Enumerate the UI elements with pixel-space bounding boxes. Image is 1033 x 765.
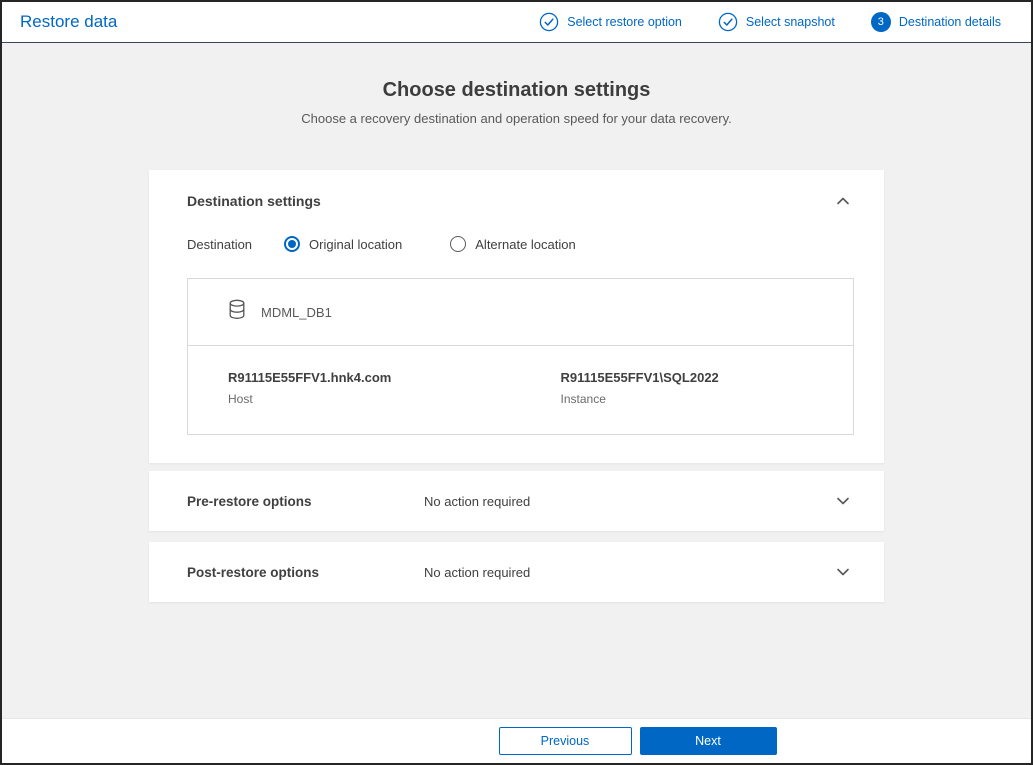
- step-select-snapshot[interactable]: Select snapshot: [718, 12, 835, 32]
- post-restore-options-accordion[interactable]: Post-restore options No action required: [149, 542, 884, 602]
- host-info: R91115E55FFV1.hnk4.com Host: [188, 370, 521, 406]
- check-circle-icon: [539, 12, 559, 32]
- accordion-title: Post-restore options: [187, 564, 320, 580]
- step-label: Destination details: [898, 15, 1001, 29]
- database-detail-row: R91115E55FFV1.hnk4.com Host R91115E55FFV…: [188, 346, 853, 434]
- card-title: Destination settings: [187, 193, 321, 209]
- chevron-down-icon[interactable]: [834, 563, 852, 581]
- step-number-badge: 3: [870, 12, 891, 32]
- radio-original-location[interactable]: Original location: [284, 236, 402, 252]
- footer-actions: Previous Next: [270, 727, 1005, 755]
- step-select-restore-option[interactable]: Select restore option: [539, 12, 682, 32]
- database-icon: [228, 299, 246, 325]
- radio-label: Original location: [309, 236, 403, 252]
- host-label: Host: [228, 392, 253, 406]
- database-name-row: MDML_DB1: [188, 279, 853, 346]
- wizard-header: Restore data Select restore option Selec…: [2, 2, 1031, 43]
- wizard-body: Choose destination settings Choose a rec…: [2, 43, 1031, 718]
- destination-settings-card: Destination settings Destination Origina…: [149, 170, 884, 463]
- destination-label: Destination: [187, 236, 253, 252]
- wizard-footer: Previous Next: [2, 718, 1031, 763]
- instance-label: Instance: [560, 392, 606, 406]
- destination-radio-row: Destination Original location Alternate …: [187, 236, 846, 252]
- host-value: R91115E55FFV1.hnk4.com: [228, 370, 392, 385]
- step-label: Select snapshot: [745, 15, 835, 29]
- chevron-up-icon[interactable]: [834, 192, 852, 210]
- database-details-box: MDML_DB1 R91115E55FFV1.hnk4.com Host R91…: [187, 278, 854, 435]
- pre-restore-options-accordion[interactable]: Pre-restore options No action required: [149, 471, 884, 531]
- radio-alternate-location[interactable]: Alternate location: [450, 236, 576, 252]
- wizard-stepper: Select restore option Select snapshot 3 …: [539, 12, 1031, 32]
- radio-label: Alternate location: [475, 236, 576, 252]
- main-heading: Choose destination settings: [382, 79, 651, 101]
- next-button[interactable]: Next: [639, 727, 777, 755]
- restore-data-wizard: Restore data Select restore option Selec…: [0, 0, 1033, 765]
- destination-settings-header[interactable]: Destination settings: [149, 170, 884, 210]
- accordion-status: No action required: [424, 564, 531, 580]
- database-name: MDML_DB1: [261, 304, 332, 320]
- step-label: Select restore option: [567, 15, 682, 29]
- accordion-title: Pre-restore options: [187, 493, 312, 509]
- previous-button[interactable]: Previous: [498, 727, 632, 755]
- chevron-down-icon[interactable]: [834, 492, 852, 510]
- instance-value: R91115E55FFV1\SQL2022: [560, 370, 719, 385]
- radio-icon: [284, 236, 301, 252]
- instance-info: R91115E55FFV1\SQL2022 Instance: [521, 370, 854, 406]
- check-circle-icon: [718, 12, 738, 32]
- radio-icon: [450, 236, 467, 252]
- step-destination-details[interactable]: 3 Destination details: [870, 12, 1001, 32]
- accordion-status: No action required: [424, 493, 531, 509]
- main-subtitle: Choose a recovery destination and operat…: [301, 111, 732, 126]
- page-title: Restore data: [20, 12, 118, 31]
